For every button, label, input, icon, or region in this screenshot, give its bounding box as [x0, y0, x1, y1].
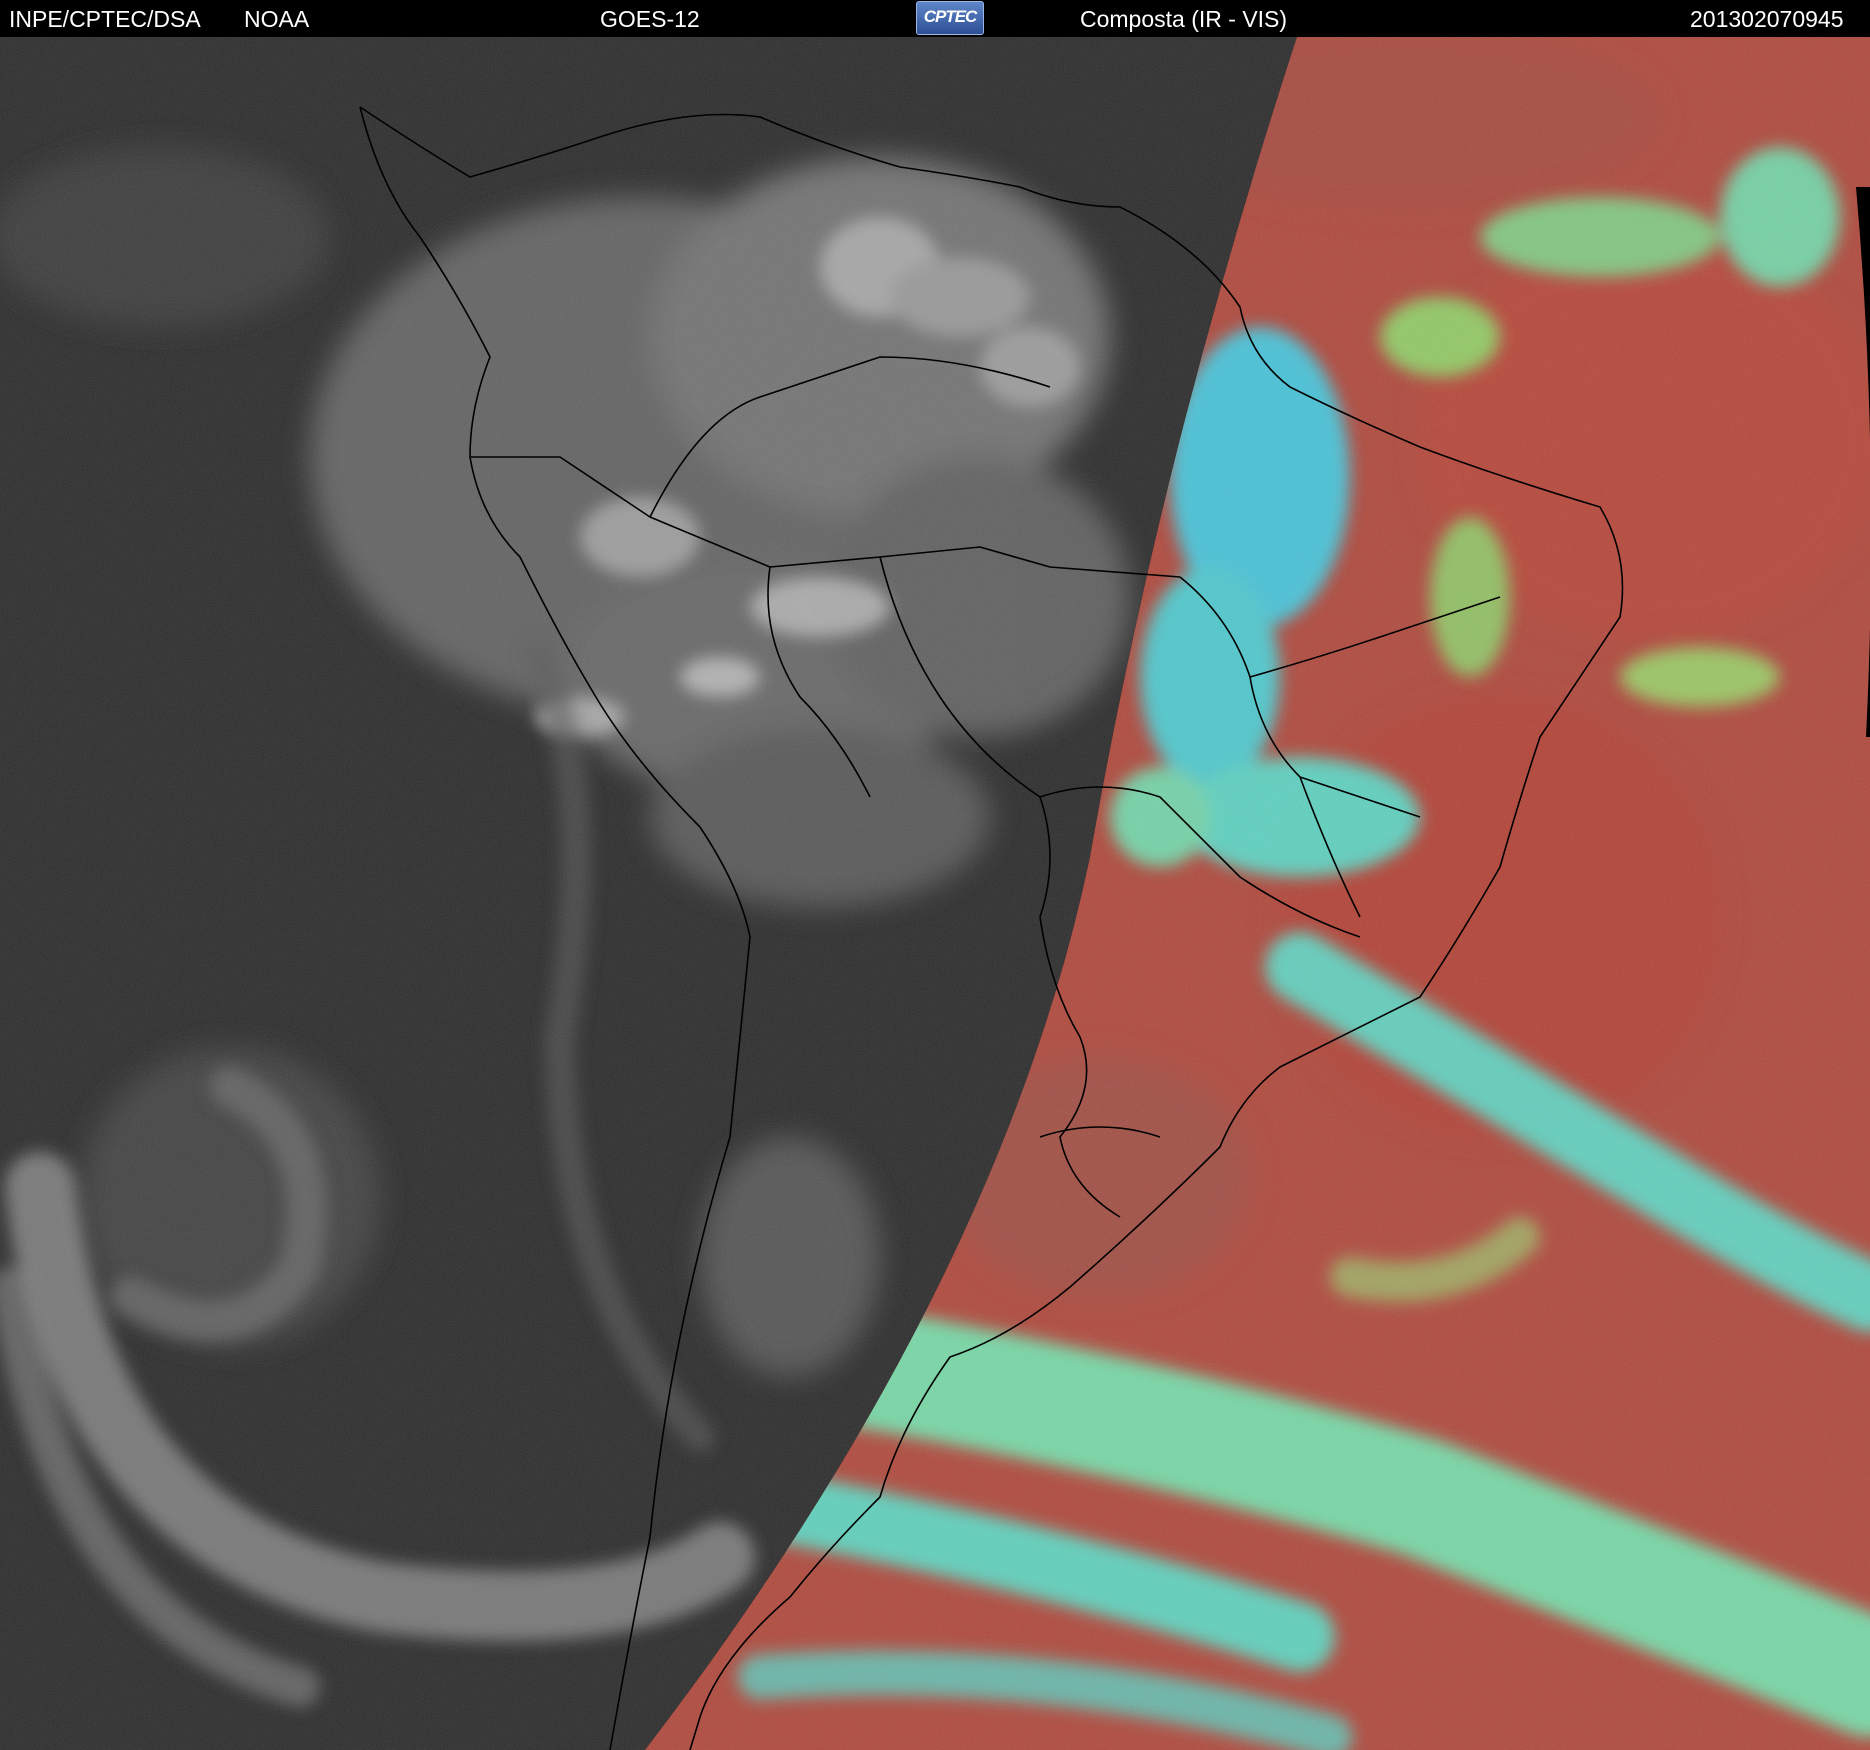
timestamp-label: 201302070945 — [1690, 6, 1844, 32]
satellite-label: GOES-12 — [600, 6, 700, 32]
satellite-image — [0, 37, 1870, 1750]
image-header-bar: INPE/CPTEC/DSA NOAA GOES-12 CPTEC Compos… — [0, 0, 1870, 37]
product-label: Composta (IR - VIS) — [1080, 6, 1288, 32]
cptec-logo-text: CPTEC — [923, 7, 978, 26]
partner-label: NOAA — [244, 6, 310, 32]
cptec-logo: CPTEC — [916, 1, 984, 35]
agency-label: INPE/CPTEC/DSA — [9, 6, 201, 32]
